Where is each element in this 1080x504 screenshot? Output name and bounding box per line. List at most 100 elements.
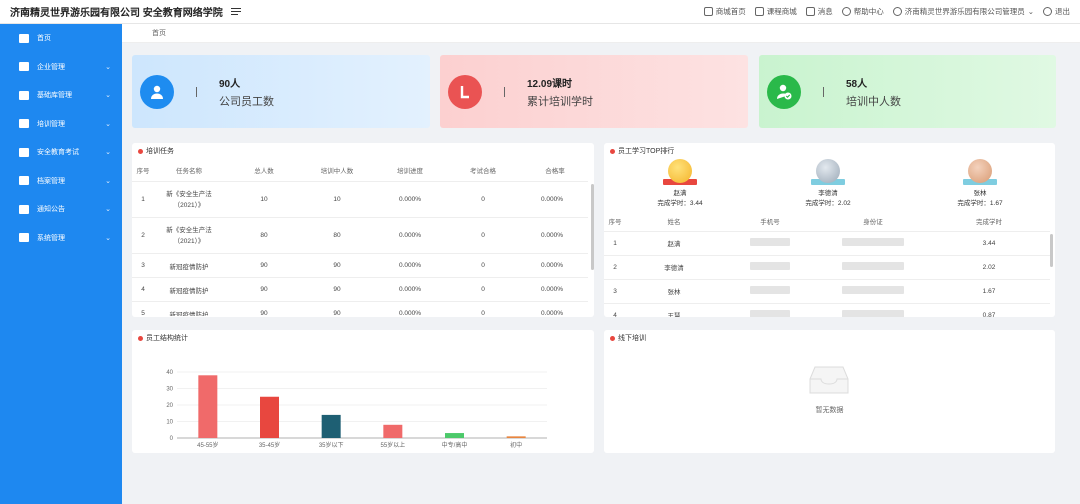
- home-icon: [19, 33, 29, 43]
- mail-icon: [805, 7, 815, 16]
- column-header: 序号: [136, 168, 150, 175]
- stat-label: 累计培训学时: [527, 95, 593, 108]
- bronze-medal-icon: [968, 159, 992, 183]
- ranking-table: 序号 姓名 手机号 身份证 完成学时 1 赵满 3.44 2 李德清 2.02 3 张林 1…: [604, 211, 1050, 317]
- bullet-dot-icon: [138, 148, 143, 154]
- y-tick-label: 0: [170, 436, 174, 442]
- chevron-down-icon: ⌄: [105, 63, 111, 71]
- clock-icon: [448, 74, 482, 109]
- panel-title: 线下培训: [618, 335, 646, 342]
- offline-training-panel: 线下培训 暂无数据: [604, 330, 1055, 453]
- chart-bar[interactable]: [321, 414, 341, 438]
- top-bar: 济南精灵世界游乐园有限公司 安全教育网络学院 商城首页 课程商城 消息 帮助中心…: [0, 0, 1080, 24]
- column-header: 身份证: [863, 218, 883, 226]
- podium-first: 赵满 完成学时：3.44: [657, 159, 703, 207]
- y-tick-label: 10: [166, 420, 173, 426]
- breadcrumb: 首页: [122, 24, 1080, 43]
- bullet-dot-icon: [610, 148, 615, 154]
- power-icon: [1043, 7, 1052, 16]
- table-row[interactable]: 3 新冠疫情防护 90 90 0.000% 0 0.000%: [132, 253, 588, 278]
- masked-phone: [750, 286, 790, 294]
- user-icon: [140, 74, 174, 109]
- mall-home-link[interactable]: 商城首页: [703, 6, 746, 17]
- masked-phone: [750, 310, 790, 317]
- tasks-table-body: 1 新《安全生产法（2021）》 10 10 0.000% 0 0.000% 2 新《安全生产…: [132, 181, 588, 316]
- list-icon: [19, 90, 29, 100]
- user-icon: [892, 7, 902, 16]
- ranking-scrollbar[interactable]: [1050, 234, 1053, 267]
- x-tick-label: 初中: [510, 441, 522, 449]
- menu-toggle-icon[interactable]: [230, 7, 241, 16]
- folder-icon: [19, 176, 29, 186]
- chart-bar[interactable]: [383, 424, 403, 438]
- table-row[interactable]: 1 新《安全生产法（2021）》 10 10 0.000% 0 0.000%: [132, 181, 588, 218]
- chart-bar[interactable]: [445, 433, 464, 438]
- x-tick-label: 55岁以上: [380, 441, 405, 449]
- masked-id: [842, 262, 904, 270]
- chart-bar[interactable]: [260, 396, 279, 438]
- top-ranking-panel: 员工学习TOP排行 赵满 完成学时：3.44 李德清 完成学时：2.02 张林 …: [604, 143, 1055, 317]
- bullet-dot-icon: [138, 335, 143, 341]
- podium-second: 李德清 完成学时：2.02: [805, 159, 851, 207]
- sidebar-item-library[interactable]: 基础库管理 ⌄: [0, 81, 122, 110]
- stat-value: 12.09课时: [527, 78, 573, 90]
- table-row[interactable]: 3 张林 1.67: [604, 278, 1050, 303]
- table-row[interactable]: 2 新《安全生产法（2021）》 80 80 0.000% 0 0.000%: [132, 217, 588, 254]
- empty-text: 暂无数据: [815, 407, 844, 414]
- masked-phone: [750, 262, 790, 270]
- logout-button[interactable]: 退出: [1043, 6, 1070, 17]
- x-tick-label: 中专/高中: [442, 441, 468, 449]
- bullet-dot-icon: [610, 335, 615, 341]
- table-row[interactable]: 2 李德清 2.02: [604, 254, 1050, 279]
- chevron-down-icon: ⌄: [105, 206, 111, 213]
- megaphone-icon: [19, 204, 29, 214]
- stat-card-in-training: 58人 培训中人数: [759, 55, 1056, 128]
- sidebar-item-enterprise[interactable]: 企业管理 ⌄: [0, 53, 122, 82]
- panel-title: 员工结构统计: [146, 335, 188, 342]
- silver-medal-icon: [816, 159, 840, 183]
- masked-id: [842, 286, 904, 294]
- table-row[interactable]: 4 新冠疫情防护 90 90 0.000% 0 0.000%: [132, 277, 588, 302]
- sidebar-item-archive[interactable]: 档案管理 ⌄: [0, 167, 122, 196]
- masked-id: [842, 238, 904, 246]
- chevron-down-icon: ⌄: [105, 120, 111, 128]
- stat-card-hours: 12.09课时 累计培训学时: [440, 55, 748, 128]
- stat-label: 培训中人数: [846, 95, 901, 108]
- chevron-down-icon: ⌄: [1027, 7, 1034, 16]
- building-icon: [19, 62, 29, 72]
- chart-bar[interactable]: [198, 375, 218, 438]
- tasks-scrollbar[interactable]: [591, 184, 594, 270]
- column-header: 考试合格: [470, 168, 496, 175]
- sidebar-item-training[interactable]: 培训管理 ⌄: [0, 110, 122, 139]
- user-menu[interactable]: 济南精灵世界游乐园有限公司管理员 ⌄: [892, 6, 1034, 17]
- book-icon: [754, 7, 764, 16]
- column-header: 培训进度: [397, 168, 423, 175]
- panel-title: 培训任务: [146, 148, 174, 155]
- sidebar-item-notice[interactable]: 通知公告 ⌄: [0, 195, 122, 224]
- y-tick-label: 30: [166, 387, 173, 393]
- sidebar-item-system[interactable]: 系统管理 ⌄: [0, 224, 122, 253]
- home-icon: [703, 7, 713, 16]
- cloud-icon: [19, 147, 29, 157]
- y-tick-label: 20: [166, 403, 173, 409]
- monitor-icon: [19, 119, 29, 129]
- table-row[interactable]: 1 赵满 3.44: [604, 230, 1050, 255]
- messages-link[interactable]: 消息: [805, 6, 833, 17]
- breadcrumb-home[interactable]: 首页: [152, 28, 166, 38]
- sidebar-item-home[interactable]: 首页: [0, 24, 122, 53]
- employee-structure-chart: 0 10 20 30 40 45-55岁 35-45岁 35岁以下 55岁以上 中专/高中 初中: [166, 370, 547, 449]
- sidebar-item-exam[interactable]: 安全教育考试 ⌄: [0, 138, 122, 167]
- help-icon: [841, 7, 851, 16]
- stat-label: 公司员工数: [219, 95, 274, 108]
- y-tick-label: 40: [166, 370, 173, 376]
- x-tick-label: 45-55岁: [197, 441, 218, 449]
- course-mall-link[interactable]: 课程商城: [754, 6, 797, 17]
- table-row[interactable]: 4 王慧 0.87: [604, 302, 1050, 317]
- masked-phone: [750, 238, 790, 246]
- panel-title: 员工学习TOP排行: [618, 148, 675, 155]
- chart-bar[interactable]: [506, 436, 526, 438]
- x-tick-label: 35岁以下: [319, 441, 344, 449]
- help-center-link[interactable]: 帮助中心: [841, 6, 884, 17]
- table-row[interactable]: 5 新冠疫情防护 90 90 0.000% 0 0.000%: [132, 301, 588, 316]
- column-header: 手机号: [760, 218, 780, 226]
